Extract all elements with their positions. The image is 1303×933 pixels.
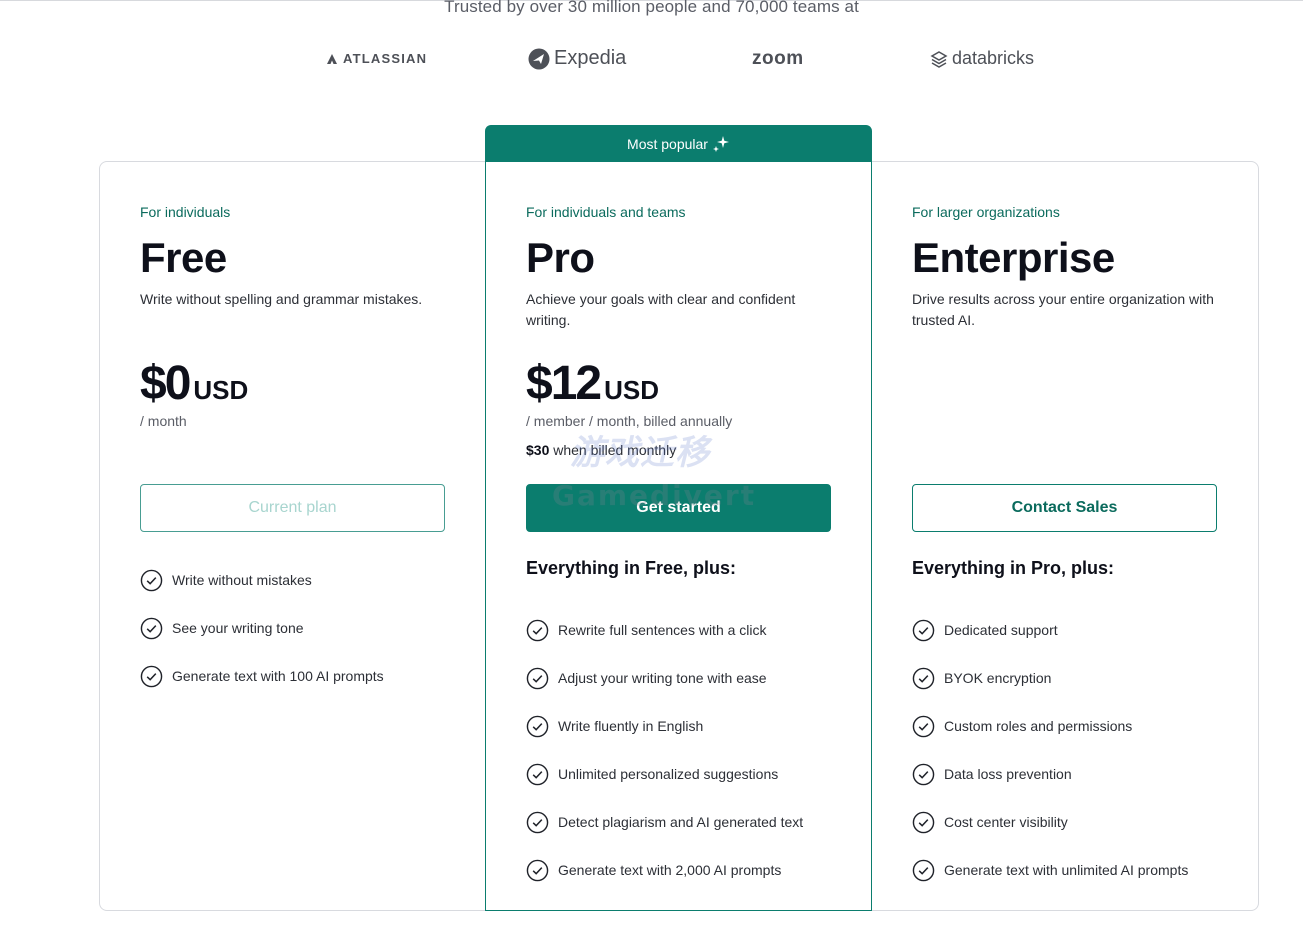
- monthly-price-suffix: when billed monthly: [549, 442, 677, 458]
- feature-label: Adjust your writing tone with ease: [558, 670, 767, 686]
- plan-audience: For individuals and teams: [526, 204, 686, 220]
- feature-label: Write without mistakes: [172, 572, 312, 588]
- check-circle-icon: [526, 619, 549, 641]
- check-circle-icon: [912, 859, 935, 881]
- price-currency: USD: [604, 375, 659, 405]
- features-heading: Everything in Free, plus:: [526, 558, 737, 578]
- plan-audience: For larger organizations: [912, 204, 1060, 220]
- feature-label: Rewrite full sentences with a click: [558, 622, 767, 638]
- check-circle-icon: [912, 619, 935, 641]
- expedia-plane-icon: [528, 48, 550, 69]
- expedia-wordmark: Expedia: [554, 47, 627, 69]
- sparkle-icon: [712, 135, 729, 152]
- zoom-logo: zoom: [752, 48, 804, 70]
- get-started-button[interactable]: Get started: [526, 484, 831, 532]
- databricks-wordmark: databricks: [952, 48, 1035, 68]
- check-circle-icon: [526, 715, 549, 737]
- list-item: See your writing tone: [140, 604, 384, 652]
- list-item: Cost center visibility: [912, 798, 1188, 846]
- plan-title: Enterprise: [912, 234, 1115, 281]
- plan-price: $0 USD: [140, 356, 248, 411]
- list-item: Adjust your writing tone with ease: [526, 654, 803, 702]
- check-circle-icon: [912, 667, 935, 689]
- databricks-logo: databricks: [930, 48, 1034, 69]
- list-item: Unlimited personalized suggestions: [526, 750, 803, 798]
- check-circle-icon: [526, 859, 549, 881]
- list-item: Rewrite full sentences with a click: [526, 606, 803, 654]
- check-circle-icon: [140, 569, 163, 591]
- most-popular-label: Most popular: [627, 135, 708, 152]
- feature-list: Dedicated support BYOK encryption Custom…: [912, 606, 1188, 894]
- atlassian-wordmark: ATLASSIAN: [343, 51, 428, 66]
- plan-description: Drive results across your entire organiz…: [912, 291, 1214, 328]
- current-plan-button[interactable]: Current plan: [140, 484, 445, 532]
- check-circle-icon: [526, 811, 549, 833]
- feature-label: Data loss prevention: [944, 766, 1072, 782]
- expedia-logo: Expedia: [528, 47, 626, 70]
- list-item: Dedicated support: [912, 606, 1188, 654]
- plan-audience: For individuals: [140, 204, 231, 220]
- zoom-wordmark: zoom: [752, 48, 804, 69]
- list-item: Write fluently in English: [526, 702, 803, 750]
- price-amount: $12: [526, 357, 602, 410]
- list-item: Detect plagiarism and AI generated text: [526, 798, 803, 846]
- feature-label: See your writing tone: [172, 620, 304, 636]
- feature-label: Dedicated support: [944, 622, 1058, 638]
- feature-label: BYOK encryption: [944, 670, 1052, 686]
- check-circle-icon: [526, 667, 549, 689]
- feature-label: Cost center visibility: [944, 814, 1068, 830]
- features-heading: Everything in Pro, plus:: [912, 558, 1115, 578]
- list-item: Generate text with 100 AI prompts: [140, 652, 384, 700]
- list-item: Custom roles and permissions: [912, 702, 1188, 750]
- feature-list: Rewrite full sentences with a click Adju…: [526, 606, 803, 894]
- list-item: Generate text with unlimited AI prompts: [912, 846, 1188, 894]
- check-circle-icon: [912, 811, 935, 833]
- list-item: Generate text with 2,000 AI prompts: [526, 846, 803, 894]
- atlassian-mark-icon: [327, 53, 337, 64]
- check-circle-icon: [526, 763, 549, 785]
- feature-label: Detect plagiarism and AI generated text: [558, 814, 804, 830]
- feature-label: Write fluently in English: [558, 718, 704, 734]
- feature-label: Custom roles and permissions: [944, 718, 1133, 734]
- atlassian-logo: ATLASSIAN: [326, 51, 427, 66]
- monthly-price-note: $30 when billed monthly: [526, 442, 676, 458]
- check-circle-icon: [140, 617, 163, 639]
- most-popular-badge: Most popular: [485, 125, 872, 162]
- list-item: BYOK encryption: [912, 654, 1188, 702]
- databricks-stack-icon: [930, 50, 948, 68]
- plan-description: Write without spelling and grammar mista…: [140, 291, 423, 307]
- feature-label: Generate text with 2,000 AI prompts: [558, 862, 782, 878]
- list-item: Write without mistakes: [140, 556, 384, 604]
- monthly-price: $30: [526, 442, 550, 458]
- feature-label: Generate text with 100 AI prompts: [172, 668, 384, 684]
- plan-price: $12 USD: [526, 356, 659, 411]
- plan-title: Free: [140, 234, 227, 281]
- contact-sales-button[interactable]: Contact Sales: [912, 484, 1217, 532]
- trusted-by-text: Trusted by over 30 million people and 70…: [444, 0, 859, 16]
- price-amount: $0: [140, 357, 191, 410]
- plan-description: Achieve your goals with clear and confid…: [526, 291, 796, 328]
- feature-label: Unlimited personalized suggestions: [558, 766, 779, 782]
- list-item: Data loss prevention: [912, 750, 1188, 798]
- customer-logos: ATLASSIAN Expedia zoom databricks: [0, 44, 1303, 76]
- check-circle-icon: [912, 763, 935, 785]
- price-period: / member / month, billed annually: [526, 413, 733, 429]
- plan-title: Pro: [526, 234, 595, 281]
- feature-list: Write without mistakes See your writing …: [140, 556, 384, 700]
- check-circle-icon: [912, 715, 935, 737]
- check-circle-icon: [140, 665, 163, 687]
- price-period: / month: [140, 413, 187, 429]
- price-currency: USD: [193, 375, 249, 405]
- feature-label: Generate text with unlimited AI prompts: [944, 862, 1189, 878]
